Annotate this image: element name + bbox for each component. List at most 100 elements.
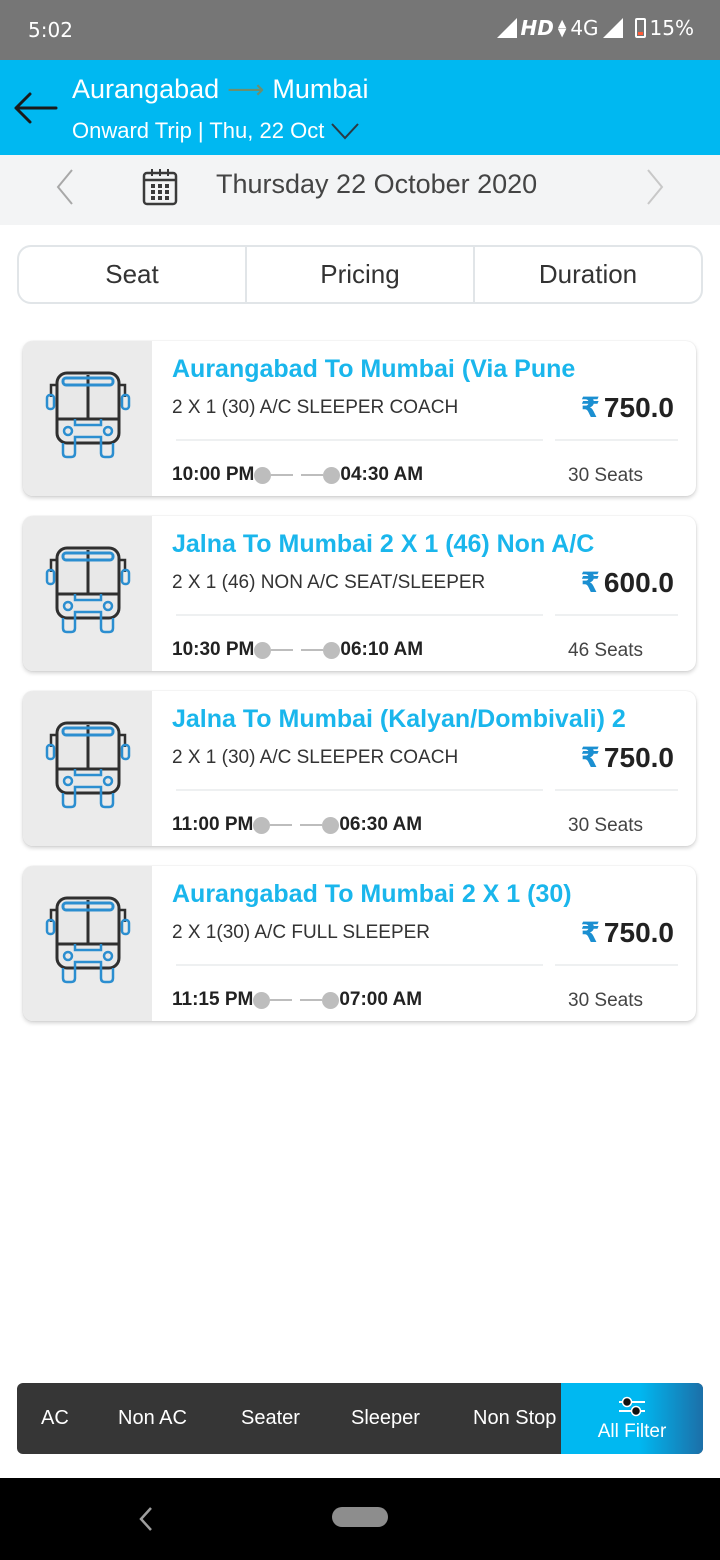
departure-time: 10:30 PM [172, 639, 255, 660]
price-value: 600.0 [603, 566, 674, 598]
divider [555, 964, 678, 966]
journey-timing: 10:30 PM 06:10 AM [172, 639, 423, 661]
divider [555, 439, 678, 441]
price-value: 750.0 [603, 741, 674, 773]
nav-home-pill[interactable] [332, 1507, 388, 1527]
nav-back-icon[interactable] [138, 1505, 154, 1533]
bus-title: Aurangabad To Mumbai 2 X 1 (30) [172, 880, 572, 908]
divider [176, 439, 543, 441]
journey-timing: 10:00 PM 04:30 AM [172, 464, 423, 486]
seats-available: 30 Seats [568, 465, 643, 486]
network-hd-label: HD [520, 16, 554, 40]
journey-timing: 11:00 PM 06:30 AM [172, 814, 422, 836]
arrival-dot-icon [322, 991, 340, 1009]
timeline-line [301, 474, 324, 476]
seats-available: 30 Seats [568, 990, 643, 1011]
arrival-dot-icon [323, 466, 341, 484]
divider [555, 789, 678, 791]
filter-non-ac[interactable]: Non AC [118, 1407, 187, 1430]
sort-tab-duration[interactable]: Duration [475, 247, 701, 302]
bus-type: 2 X 1 (46) NON A/C SEAT/SLEEPER [172, 572, 486, 593]
bus-type: 2 X 1(30) A/C FULL SLEEPER [172, 922, 431, 943]
all-filter-label: All Filter [597, 1420, 667, 1442]
sort-tab-seat[interactable]: Seat [19, 247, 247, 302]
bus-thumbnail [23, 516, 152, 671]
bus-card[interactable]: Jalna To Mumbai (Kalyan/Dombivali) 2 2 X… [23, 691, 696, 846]
departure-dot-icon [254, 466, 272, 484]
departure-time: 11:00 PM [172, 814, 254, 835]
sort-tab-pricing[interactable]: Pricing [247, 247, 475, 302]
timeline-line [270, 824, 293, 826]
bus-title: Jalna To Mumbai (Kalyan/Dombivali) 2 [172, 705, 626, 733]
status-bar: 5:02 HD ▲ ▼ 4G 15% [0, 0, 720, 60]
bus-price: ₹ 750.0 [580, 741, 674, 774]
route-title: Aurangabad ⟶ Mumbai [72, 74, 368, 105]
rupee-icon: ₹ [580, 392, 600, 423]
departure-time: 11:15 PM [172, 989, 254, 1010]
departure-dot-icon [253, 816, 271, 834]
chevron-right-icon[interactable] [640, 167, 670, 207]
timeline-line [271, 474, 294, 476]
arrow-left-icon[interactable] [10, 88, 60, 128]
divider [176, 964, 543, 966]
status-time: 5:02 [28, 18, 73, 42]
bus-card[interactable]: Aurangabad To Mumbai (Via Pune 2 X 1 (30… [23, 341, 696, 496]
filter-sleeper[interactable]: Sleeper [351, 1407, 420, 1430]
filter-seater[interactable]: Seater [241, 1407, 300, 1430]
departure-dot-icon [254, 641, 272, 659]
arrival-dot-icon [322, 816, 340, 834]
signal-icon-2 [602, 18, 623, 38]
filter-ac[interactable]: AC [41, 1407, 69, 1430]
seats-available: 46 Seats [568, 640, 643, 661]
sort-tabs: Seat Pricing Duration [17, 245, 703, 304]
quick-filter-bar: AC Non AC Seater Sleeper Non Stop All Fi… [17, 1383, 703, 1454]
arrival-time: 07:00 AM [339, 989, 423, 1010]
bus-title: Aurangabad To Mumbai (Via Pune [172, 355, 576, 383]
selected-date: Thursday 22 October 2020 [216, 169, 538, 199]
all-filter-button[interactable]: All Filter [561, 1383, 703, 1454]
chevron-left-icon[interactable] [50, 167, 80, 207]
system-nav-bar [0, 1478, 720, 1560]
filter-non-stop[interactable]: Non Stop [473, 1407, 556, 1430]
bus-price: ₹ 750.0 [580, 916, 674, 949]
chevron-down-icon [331, 123, 360, 140]
journey-timing: 11:15 PM 07:00 AM [172, 989, 422, 1011]
timeline-line [270, 999, 293, 1001]
rupee-icon: ₹ [580, 917, 600, 948]
signal-icon [496, 18, 517, 38]
date-navigator: Thursday 22 October 2020 [0, 155, 720, 225]
data-activity-icon: ▲ ▼ [557, 17, 567, 39]
route-arrow-icon: ⟶ [227, 74, 265, 104]
arrival-time: 06:30 AM [339, 814, 423, 835]
arrival-time: 06:10 AM [340, 639, 424, 660]
timeline-line [271, 649, 294, 651]
arrival-time: 04:30 AM [340, 464, 424, 485]
divider [176, 789, 543, 791]
timeline-line [300, 824, 323, 826]
battery-icon [634, 18, 646, 38]
bus-card[interactable]: Aurangabad To Mumbai 2 X 1 (30) 2 X 1(30… [23, 866, 696, 1021]
departure-dot-icon [253, 991, 271, 1009]
status-icons: HD ▲ ▼ 4G 15% [496, 16, 694, 40]
bus-thumbnail [23, 341, 152, 496]
destination-city: Mumbai [272, 74, 369, 104]
seats-available: 30 Seats [568, 815, 643, 836]
calendar-icon[interactable] [142, 168, 178, 206]
bus-type: 2 X 1 (30) A/C SLEEPER COACH [172, 397, 459, 418]
sliders-icon [619, 1396, 645, 1416]
price-value: 750.0 [603, 916, 674, 948]
timeline-line [301, 649, 324, 651]
network-type-label: 4G [570, 16, 599, 40]
origin-city: Aurangabad [72, 74, 220, 104]
app-bar: Aurangabad ⟶ Mumbai Onward Trip | Thu, 2… [0, 60, 720, 155]
departure-time: 10:00 PM [172, 464, 255, 485]
bus-title: Jalna To Mumbai 2 X 1 (46) Non A/C [172, 530, 595, 558]
trip-date-selector[interactable]: Onward Trip | Thu, 22 Oct [72, 118, 360, 144]
bus-card[interactable]: Jalna To Mumbai 2 X 1 (46) Non A/C 2 X 1… [23, 516, 696, 671]
trip-subtitle: Onward Trip | Thu, 22 Oct [72, 118, 325, 143]
divider [555, 614, 678, 616]
rupee-icon: ₹ [580, 567, 600, 598]
bus-price: ₹ 600.0 [580, 566, 674, 599]
bus-price: ₹ 750.0 [580, 391, 674, 424]
bus-type: 2 X 1 (30) A/C SLEEPER COACH [172, 747, 459, 768]
